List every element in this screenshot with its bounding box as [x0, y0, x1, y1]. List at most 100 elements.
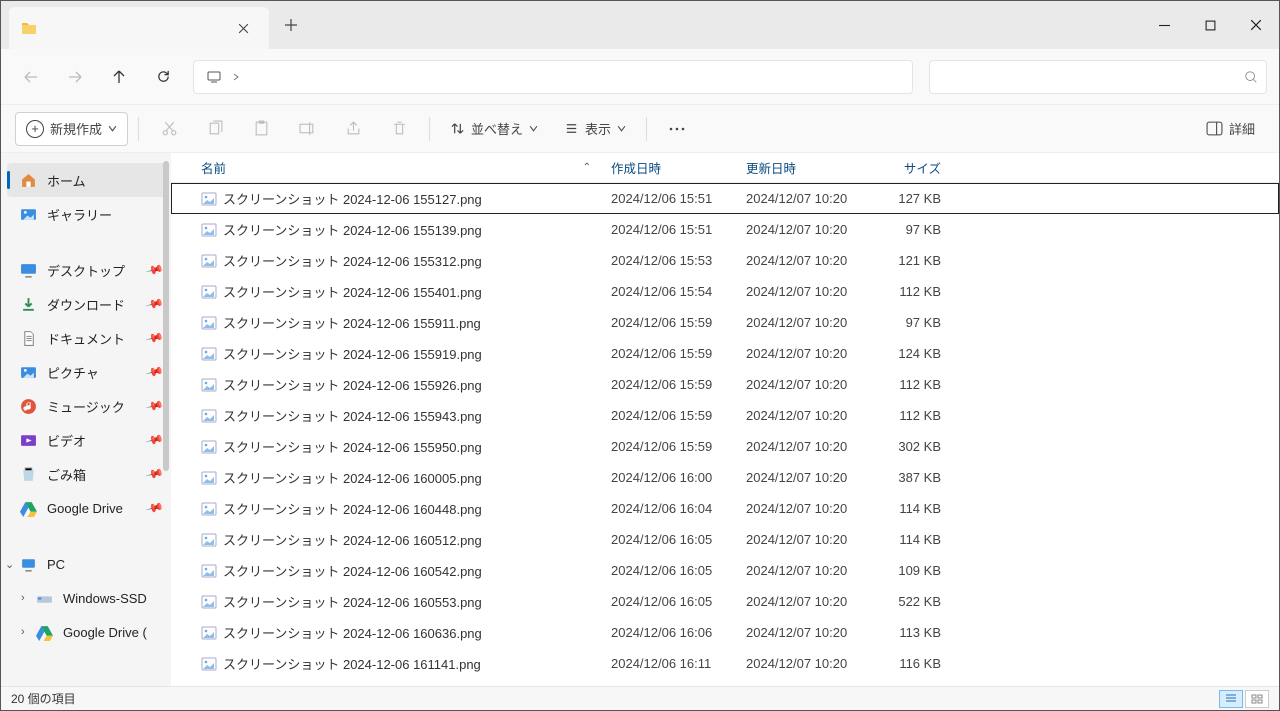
file-created: 2024/12/06 16:11 — [601, 656, 736, 671]
copy-button[interactable] — [195, 112, 235, 146]
refresh-button[interactable] — [145, 59, 181, 95]
share-button[interactable] — [333, 112, 373, 146]
details-pane-button[interactable]: 詳細 — [1196, 112, 1265, 146]
search-input[interactable] — [938, 69, 1244, 84]
file-list-pane: 名前 ⌃ 作成日時 更新日時 サイズ スクリーンショット 2024-12-06 … — [171, 153, 1279, 686]
file-row[interactable]: スクリーンショット 2024-12-06 160636.png2024/12/0… — [171, 617, 1279, 648]
download-icon — [19, 295, 37, 313]
column-header-name[interactable]: 名前 ⌃ — [191, 158, 601, 177]
sidebar-item-gdrive-drive[interactable]: › Google Drive ( — [1, 615, 171, 649]
sidebar-label: ピクチャ — [47, 363, 99, 382]
search-box[interactable] — [929, 60, 1267, 94]
file-row[interactable]: スクリーンショット 2024-12-06 155312.png 2024/12/0… — [171, 245, 1279, 276]
sidebar-label: ダウンロード — [47, 295, 125, 314]
tab-close-button[interactable] — [229, 14, 257, 42]
file-row[interactable]: スクリーンショット 2024-12-06 155919.png2024/12/0… — [171, 338, 1279, 369]
chevron-right-icon[interactable]: › — [21, 626, 25, 638]
file-row[interactable]: スクリーンショット 2024-12-06 155127.png2024/12/0… — [171, 183, 1279, 214]
sidebar-label: ホーム — [47, 171, 86, 190]
sidebar-scrollbar[interactable] — [163, 161, 169, 678]
file-row[interactable]: スクリーンショット 2024-12-06 161141.png 2024/12/0… — [171, 648, 1279, 679]
rename-button[interactable] — [287, 112, 327, 146]
maximize-button[interactable] — [1187, 1, 1233, 49]
sidebar-item-windows-ssd[interactable]: › Windows-SSD — [1, 581, 171, 615]
column-header-created[interactable]: 作成日時 — [601, 158, 736, 177]
new-button[interactable]: + 新規作成 — [15, 112, 128, 146]
file-row[interactable]: スクリーンショット 2024-12-06 160005.png2024/12/0… — [171, 462, 1279, 493]
delete-button[interactable] — [379, 112, 419, 146]
separator — [646, 117, 647, 141]
file-row[interactable]: スクリーンショット 2024-12-06 155926.png2024/12/0… — [171, 369, 1279, 400]
video-icon — [19, 431, 37, 449]
sort-button[interactable]: 並べ替え — [440, 112, 548, 146]
chevron-right-icon[interactable]: › — [21, 592, 25, 604]
file-size: 114 KB — [871, 501, 951, 516]
sidebar-item-documents[interactable]: ドキュメント 📌 — [1, 321, 171, 355]
file-row[interactable]: スクリーンショット 2024-12-06 155401.png2024/12/0… — [171, 276, 1279, 307]
new-tab-button[interactable] — [269, 1, 313, 49]
file-row[interactable]: スクリーンショット 2024-12-06 160542.png 2024/12/0… — [171, 555, 1279, 586]
column-headers: 名前 ⌃ 作成日時 更新日時 サイズ — [171, 153, 1279, 183]
minimize-button[interactable] — [1141, 1, 1187, 49]
sidebar-item-music[interactable]: ミュージック 📌 — [1, 389, 171, 423]
file-row[interactable]: スクリーンショット 2024-12-06 160512.png2024/12/0… — [171, 524, 1279, 555]
drive-icon — [35, 589, 53, 607]
sidebar-item-videos[interactable]: ビデオ 📌 — [1, 423, 171, 457]
file-row[interactable]: スクリーンショット 2024-12-06 160553.png2024/12/0… — [171, 586, 1279, 617]
paste-button[interactable] — [241, 112, 281, 146]
chevron-down-icon — [529, 124, 538, 133]
folder-icon — [21, 20, 37, 36]
file-modified: 2024/12/07 10:20 — [736, 563, 871, 578]
file-name: スクリーンショット 2024-12-06 155312.png — [223, 251, 482, 270]
sidebar-item-home[interactable]: ホーム — [7, 163, 165, 197]
document-icon — [19, 329, 37, 347]
column-header-modified[interactable]: 更新日時 — [736, 158, 871, 177]
home-icon — [19, 171, 37, 189]
sidebar-label: PC — [47, 557, 65, 572]
file-size: 113 KB — [871, 625, 951, 640]
chevron-right-icon[interactable] — [232, 73, 240, 81]
file-modified: 2024/12/07 10:20 — [736, 315, 871, 330]
details-view-button[interactable] — [1219, 690, 1243, 708]
thumbnails-view-button[interactable] — [1245, 690, 1269, 708]
item-count: 20 個の項目 — [11, 690, 76, 707]
file-row[interactable]: スクリーンショット 2024-12-06 155139.png2024/12/0… — [171, 214, 1279, 245]
window-tab[interactable] — [9, 7, 269, 49]
cut-button[interactable] — [149, 112, 189, 146]
file-row[interactable]: スクリーンショット 2024-12-06 155943.png2024/12/0… — [171, 400, 1279, 431]
pc-icon — [19, 555, 37, 573]
file-modified: 2024/12/07 10:20 — [736, 253, 871, 268]
file-size: 114 KB — [871, 532, 951, 547]
view-button[interactable]: 表示 — [554, 112, 636, 146]
sidebar-item-downloads[interactable]: ダウンロード 📌 — [1, 287, 171, 321]
sidebar-item-pc[interactable]: ⌄ PC — [1, 547, 171, 581]
image-file-icon — [201, 532, 217, 548]
breadcrumb[interactable] — [193, 60, 913, 94]
file-name: スクリーンショット 2024-12-06 160542.png — [223, 561, 482, 580]
file-name: スクリーンショット 2024-12-06 160553.png — [223, 592, 482, 611]
separator — [429, 117, 430, 141]
file-row[interactable]: スクリーンショット 2024-12-06 160448.png2024/12/0… — [171, 493, 1279, 524]
back-button[interactable] — [13, 59, 49, 95]
pc-icon[interactable] — [202, 67, 226, 87]
column-header-size[interactable]: サイズ — [871, 158, 951, 177]
file-name: スクリーンショット 2024-12-06 161141.png — [223, 654, 481, 673]
file-size: 112 KB — [871, 284, 951, 299]
forward-button[interactable] — [57, 59, 93, 95]
file-modified: 2024/12/07 10:20 — [736, 408, 871, 423]
picture-icon — [19, 363, 37, 381]
file-size: 109 KB — [871, 563, 951, 578]
up-button[interactable] — [101, 59, 137, 95]
sidebar-item-gdrive[interactable]: Google Drive 📌 — [1, 491, 171, 525]
more-button[interactable] — [657, 112, 697, 146]
file-row[interactable]: スクリーンショット 2024-12-06 155950.png2024/12/0… — [171, 431, 1279, 462]
sidebar-item-recycle[interactable]: ごみ箱 📌 — [1, 457, 171, 491]
file-name: スクリーンショット 2024-12-06 155127.png — [223, 189, 482, 208]
chevron-down-icon — [617, 124, 626, 133]
sidebar-item-desktop[interactable]: デスクトップ 📌 — [1, 253, 171, 287]
close-button[interactable] — [1233, 1, 1279, 49]
sidebar-item-pictures[interactable]: ピクチャ 📌 — [1, 355, 171, 389]
file-row[interactable]: スクリーンショット 2024-12-06 155911.png2024/12/0… — [171, 307, 1279, 338]
chevron-down-icon[interactable]: ⌄ — [5, 558, 14, 571]
sidebar-item-gallery[interactable]: ギャラリー — [1, 197, 171, 231]
